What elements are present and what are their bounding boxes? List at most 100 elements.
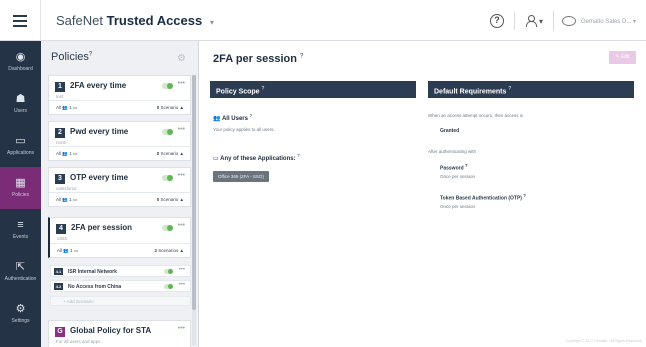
applications-icon: ▭ (15, 135, 26, 147)
dashboard-icon: ◉ (15, 51, 26, 63)
help-icon[interactable]: ? (523, 193, 526, 198)
all-users-text: All Users (221, 116, 248, 122)
nav-item-applications[interactable]: ▭ Applications (0, 125, 41, 167)
after-auth-text: After authenticating with (428, 149, 477, 154)
policy-enable-toggle[interactable] (162, 225, 173, 231)
gear-icon: ⚙ (15, 303, 26, 315)
app-brand[interactable]: SafeNet Trusted Access ▾ (56, 13, 214, 28)
scenario-enable-toggle[interactable] (164, 269, 173, 274)
account-switcher[interactable]: Gemalto Sales D... ▾ (552, 11, 636, 31)
policy-scope-summary: All 👥 1 ▭ (56, 105, 78, 110)
policy-card-footer: All 👥 1 ▭ 0 Scenario ▲ (49, 100, 190, 114)
policies-title: Policies? (51, 51, 92, 63)
policies-title-text: Policies (51, 51, 89, 63)
applications-icon: ▭ (213, 156, 219, 162)
nav-item-events[interactable]: ≡ Events (0, 209, 41, 251)
more-options-icon[interactable]: ••• (178, 80, 185, 87)
policy-description: For all users and apps (56, 339, 101, 344)
policy-scope-summary: All 👥 1 ▭ (57, 248, 79, 253)
scenario-count-label: Scenario ▲ (159, 151, 184, 156)
section-title: Default Requirements (434, 88, 507, 96)
access-attempt-text: When an access attempt occurs, then acce… (428, 113, 524, 118)
user-icon (525, 15, 537, 27)
policy-title: Global Policy for STA (70, 326, 152, 335)
nav-label: Users (13, 108, 28, 114)
token-requirement-frequency: Once per session (440, 204, 476, 209)
chevron-down-icon: ▾ (538, 16, 543, 26)
policy-title: 2FA per session (71, 223, 133, 232)
page-title: 2FA per session ? (213, 53, 303, 65)
policy-card-4[interactable]: 4 2FA per session o365 ••• All 👥 1 ▭ 2 S… (48, 217, 191, 258)
scenario-enable-toggle[interactable] (164, 284, 173, 289)
all-users-title: 👥 All Users ? (213, 113, 252, 122)
more-options-icon[interactable]: ••• (178, 222, 185, 229)
help-icon[interactable]: ? (300, 53, 303, 59)
scenario-count[interactable]: 2 Scenarios ▲ (155, 248, 184, 253)
users-icon: 👥 (213, 116, 221, 122)
more-options-icon[interactable]: ••• (178, 126, 185, 133)
gear-icon[interactable]: ⚙ (177, 53, 186, 64)
policy-card-1[interactable]: 1 2FA every time test ••• All 👥 1 ▭ 0 Sc… (48, 75, 191, 115)
scenario-number: 4.2 (54, 283, 63, 290)
help-icon[interactable]: ? (250, 113, 253, 118)
help-icon[interactable]: ? (489, 14, 504, 28)
scenario-row-2[interactable]: 4.2 No Access from China ••• (50, 280, 191, 292)
nav-label: Applications (7, 150, 34, 156)
nav-label: Dashboard (8, 66, 33, 72)
policy-card-2[interactable]: 2 Pwd every time none ••• All 👥 1 ▭ 0 Sc… (48, 121, 191, 161)
token-title-text: Token Based Authentication (OTP) (440, 195, 522, 202)
nav-label: Events (12, 234, 29, 240)
all-users-description: Your policy applies to all users. (213, 127, 275, 132)
policy-scope-header: Policy Scope ? (210, 81, 416, 98)
more-options-icon[interactable]: ••• (178, 172, 185, 179)
nav-item-settings[interactable]: ⚙ Settings (0, 293, 41, 335)
password-requirement-title: Password ? (440, 163, 468, 172)
edit-button[interactable]: ✎ Edit (609, 51, 636, 64)
scenario-count[interactable]: 0 Scenario ▲ (157, 197, 184, 202)
policy-card-3[interactable]: 3 OTP every time salesforce ••• All 👥 1 … (48, 167, 191, 207)
help-icon[interactable]: ? (262, 86, 265, 92)
help-icon[interactable]: ? (89, 51, 92, 57)
nav-label: Policies (11, 192, 30, 198)
nav-item-authentication[interactable]: ⇱ Authentication (0, 251, 41, 293)
top-bar: SafeNet Trusted Access ▾ ? ▾ Gemalto Sal… (0, 0, 646, 41)
scenario-label: ISR Internal Network (68, 268, 117, 275)
more-options-icon[interactable]: ••• (178, 325, 185, 332)
add-scenario-button[interactable]: + Add Scenario (50, 296, 191, 306)
left-navigation: ◉ Dashboard ☗ Users ▭ Applications ▦ Pol… (0, 41, 41, 347)
user-menu[interactable]: ▾ (525, 15, 543, 27)
policy-number: 1 (55, 82, 65, 92)
policy-card-global[interactable]: G Global Policy for STA For all users an… (48, 320, 191, 347)
scrollbar-thumb[interactable] (192, 75, 196, 310)
help-icon[interactable]: ? (508, 86, 511, 92)
scenario-row-1[interactable]: 4.1 ISR Internal Network ••• (50, 265, 191, 277)
policy-enable-toggle[interactable] (162, 175, 173, 181)
brand-prefix: SafeNet (56, 13, 103, 28)
nav-item-dashboard[interactable]: ◉ Dashboard (0, 41, 41, 83)
policy-card-footer: All 👥 1 ▭ 0 Scenario ▲ (49, 146, 190, 160)
policy-number: 3 (55, 174, 65, 184)
events-icon: ≡ (17, 219, 24, 231)
section-title: Policy Scope (216, 88, 260, 96)
scenario-count[interactable]: 0 Scenario ▲ (157, 105, 184, 110)
nav-item-policies[interactable]: ▦ Policies (0, 167, 41, 209)
hamburger-menu-icon[interactable] (0, 0, 41, 41)
chevron-down-icon: ▾ (209, 18, 214, 27)
policy-enable-toggle[interactable] (162, 129, 173, 135)
divider (513, 12, 515, 30)
global-policy-icon: G (55, 327, 65, 337)
more-options-icon[interactable]: ••• (179, 282, 185, 288)
policy-scope-summary: All 👥 1 ▭ (56, 151, 78, 156)
help-icon[interactable]: ? (465, 163, 468, 168)
more-options-icon[interactable]: ••• (179, 267, 185, 273)
access-result: Granted (440, 128, 460, 134)
password-requirement-frequency: Once per session (440, 174, 476, 179)
scenario-count-label: Scenario ▲ (159, 197, 184, 202)
application-chip[interactable]: Office 365 (2FA - SSO) (213, 171, 269, 182)
nav-item-users[interactable]: ☗ Users (0, 83, 41, 125)
scenario-count-label: Scenario ▲ (159, 105, 184, 110)
policy-enable-toggle[interactable] (162, 83, 173, 89)
scenario-count[interactable]: 0 Scenario ▲ (157, 151, 184, 156)
help-icon[interactable]: ? (297, 153, 300, 158)
policy-number: 4 (56, 224, 66, 234)
